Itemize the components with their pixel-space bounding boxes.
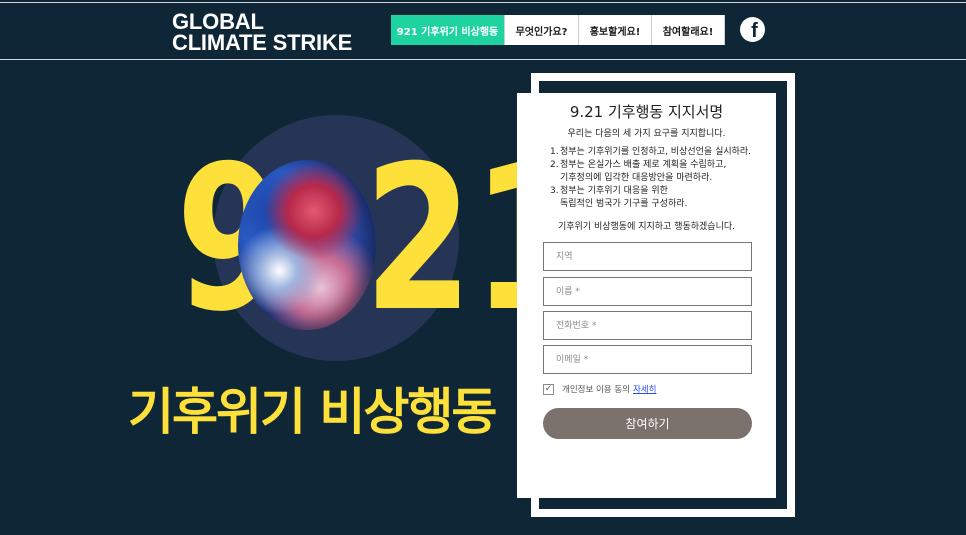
- demand-text: 정부는 기후위기 대응을 위한: [560, 186, 668, 196]
- demand-item: 2. 정부는 온실가스 배출 제로 계획을 수립하고,: [550, 159, 770, 172]
- privacy-consent: ✓ 개인정보 이용 동의 자세히: [543, 383, 656, 395]
- consent-checkbox[interactable]: ✓: [543, 383, 554, 395]
- support-statement: 기후위기 비상행동에 지지하고 행동하겠습니다.: [557, 222, 736, 232]
- nav-tab-what-is-it[interactable]: 무엇인가요?: [505, 15, 579, 45]
- hero-title: 기후위기 비상행동: [128, 383, 497, 441]
- globe-image: [238, 160, 376, 330]
- demand-number: 1.: [550, 147, 559, 157]
- nav-tab-participate[interactable]: 참여할래요!: [652, 15, 725, 45]
- demand-text: 정부는 온실가스 배출 제로 계획을 수립하고,: [560, 160, 727, 170]
- demand-number: 2.: [550, 160, 559, 170]
- demand-text: 독립적인 범국가 기구를 구성하라.: [560, 199, 688, 209]
- consent-details-link[interactable]: 자세히: [633, 383, 656, 395]
- name-field[interactable]: [543, 277, 752, 306]
- phone-field[interactable]: [543, 311, 752, 340]
- facebook-icon[interactable]: f: [740, 17, 765, 42]
- email-field[interactable]: [543, 345, 752, 374]
- facebook-glyph: f: [751, 20, 758, 42]
- form-title: 9.21 기후행동 지지서명: [569, 103, 724, 121]
- nav-tab-promote[interactable]: 홍보할게요!: [579, 15, 652, 45]
- petition-form-card: 9.21 기후행동 지지서명 우리는 다음의 세 가지 요구를 지지합니다. 1…: [517, 93, 776, 498]
- demand-text: 기후정의에 입각한 대응방안을 마련하라.: [560, 173, 713, 183]
- demand-item-continued: 기후정의에 입각한 대응방안을 마련하라.: [550, 172, 770, 185]
- demand-text: 정부는 기후위기를 인정하고, 비상선언을 실시하라.: [560, 147, 752, 157]
- site-header: GLOBAL CLIMATE STRIKE 921 기후위기 비상행동 무엇인가…: [0, 0, 966, 60]
- submit-button[interactable]: 참여하기: [543, 408, 752, 439]
- demand-number: 3.: [550, 186, 559, 196]
- header-divider: [0, 59, 966, 60]
- demand-item: 1. 정부는 기후위기를 인정하고, 비상선언을 실시하라.: [550, 146, 770, 159]
- demands-list: 1. 정부는 기후위기를 인정하고, 비상선언을 실시하라. 2. 정부는 온실…: [550, 146, 770, 211]
- consent-label: 개인정보 이용 동의: [562, 385, 630, 395]
- nav-tab-921-action[interactable]: 921 기후위기 비상행동: [391, 15, 505, 45]
- demand-item: 3. 정부는 기후위기 대응을 위한: [550, 185, 770, 198]
- logo-line-2: CLIMATE STRIKE: [172, 30, 353, 55]
- main-nav: 921 기후위기 비상행동 무엇인가요? 홍보할게요! 참여할래요!: [391, 15, 725, 45]
- form-subtitle: 우리는 다음의 세 가지 요구를 지지합니다.: [567, 129, 726, 139]
- logo-line-1: GLOBAL: [172, 9, 264, 34]
- demand-item-continued: 독립적인 범국가 기구를 구성하라.: [550, 198, 770, 211]
- region-field[interactable]: [543, 242, 752, 271]
- site-logo[interactable]: GLOBAL CLIMATE STRIKE: [172, 9, 372, 55]
